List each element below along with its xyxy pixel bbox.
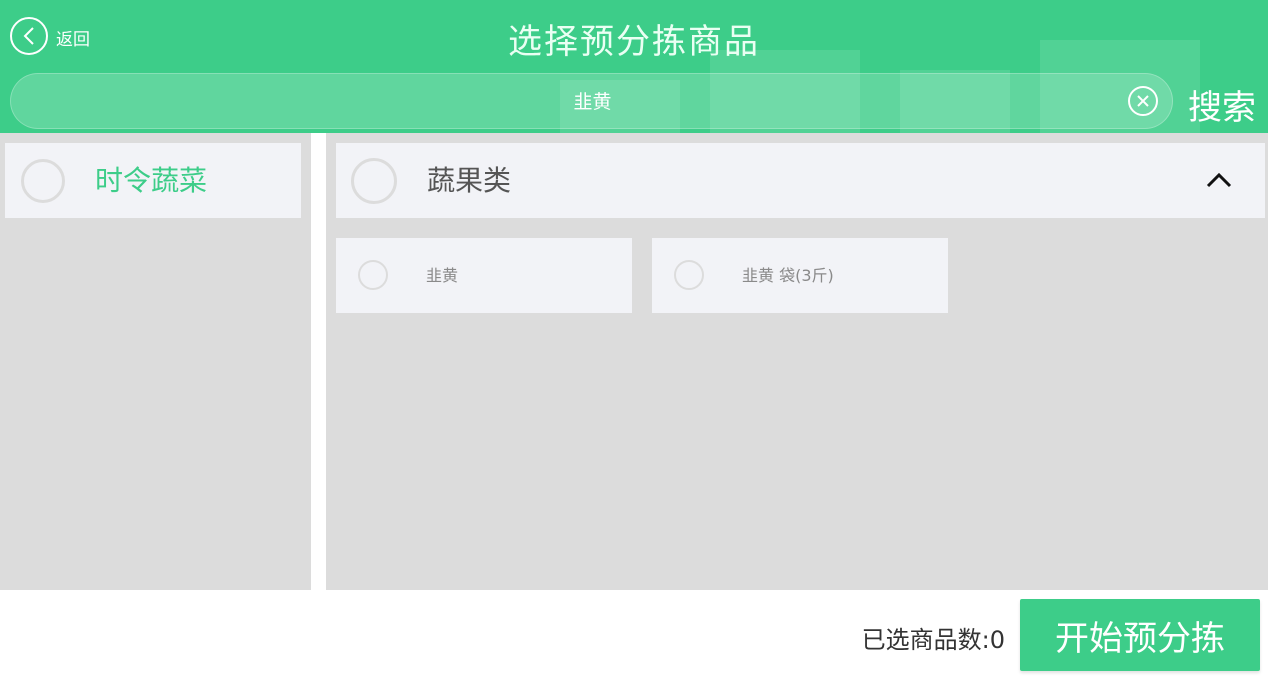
group-radio[interactable] <box>351 158 397 204</box>
category-item-seasonal-vegetables[interactable]: 时令蔬菜 <box>5 143 301 218</box>
product-group-header[interactable]: 蔬果类 <box>336 143 1265 218</box>
product-label: 韭黄 <box>426 266 459 285</box>
page-title: 选择预分拣商品 <box>508 22 760 62</box>
category-radio[interactable] <box>21 159 65 203</box>
product-panel: 蔬果类 韭黄 韭黄 袋(3斤) <box>326 133 1268 590</box>
start-presort-button[interactable]: 开始预分拣 <box>1020 599 1260 671</box>
selected-count-label: 已选商品数:0 <box>861 626 1005 654</box>
product-item[interactable]: 韭黄 袋(3斤) <box>652 238 948 313</box>
close-icon <box>1137 95 1149 107</box>
search-button[interactable]: 搜索 <box>1188 80 1256 129</box>
search-input-value: 韭黄 <box>573 91 612 113</box>
chevron-up-icon[interactable] <box>1204 170 1234 190</box>
header-bar: 返回 选择预分拣商品 韭黄 搜索 <box>0 0 1268 133</box>
panel-divider <box>311 133 326 590</box>
clear-search-button[interactable] <box>1128 86 1158 116</box>
category-label: 时令蔬菜 <box>95 164 208 197</box>
group-label: 蔬果类 <box>427 164 512 197</box>
product-label: 韭黄 袋(3斤) <box>742 266 834 285</box>
product-item[interactable]: 韭黄 <box>336 238 632 313</box>
search-input[interactable]: 韭黄 <box>10 73 1173 129</box>
product-radio[interactable] <box>358 260 388 290</box>
category-panel: 时令蔬菜 <box>0 133 311 590</box>
product-radio[interactable] <box>674 260 704 290</box>
